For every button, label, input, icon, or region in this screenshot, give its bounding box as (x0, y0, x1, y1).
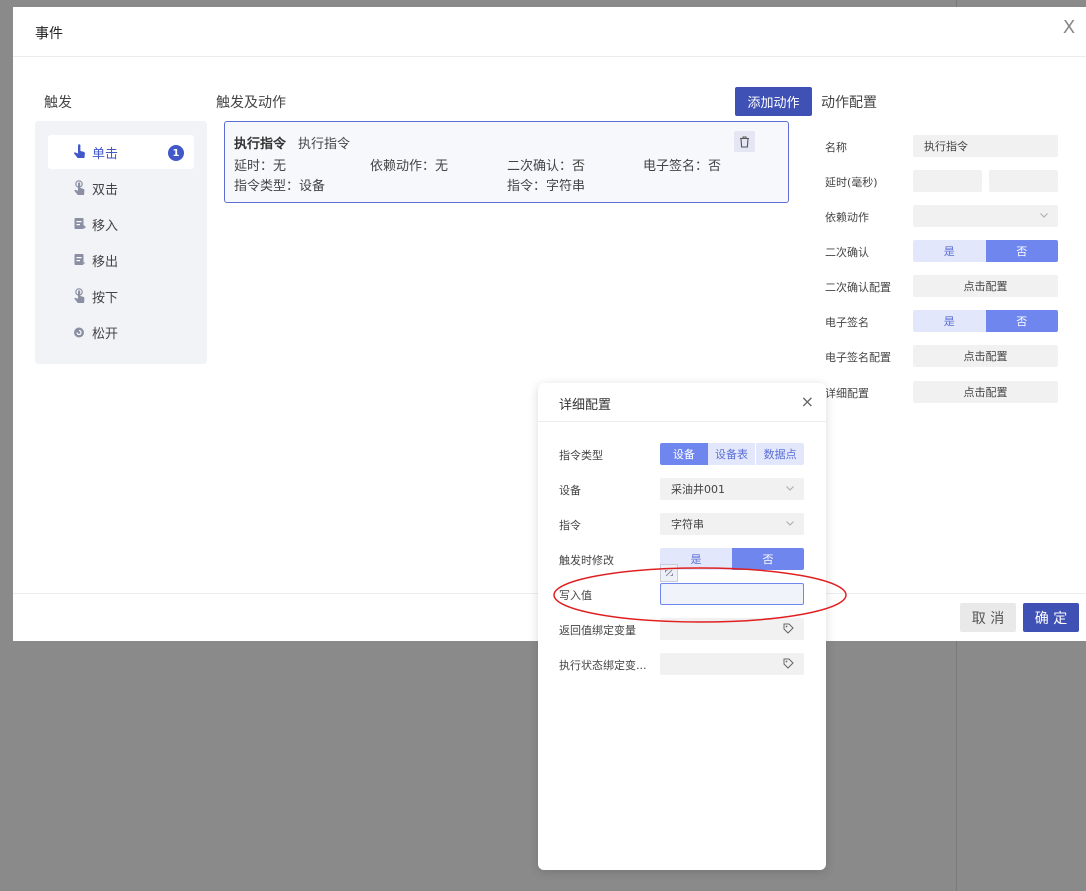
confirm-button[interactable]: 确 定 (1023, 603, 1079, 632)
trigger-item-mouse-enter[interactable]: 移入 (48, 207, 194, 241)
popup-title: 详细配置 (559, 398, 612, 413)
trigger-item-press[interactable]: 按下 (48, 279, 194, 313)
return-binding-label: 返回值绑定变量 (559, 624, 636, 637)
delete-action-button[interactable] (734, 131, 755, 152)
write-value-input[interactable] (660, 583, 804, 605)
confirm-config-button[interactable]: 点击配置 (913, 275, 1058, 297)
action-confirm: 二次确认：否 (507, 159, 586, 174)
modify-on-trigger-toggle: 是 否 (660, 548, 804, 570)
trigger-item-label: 双击 (92, 182, 119, 198)
popup-divider (538, 421, 826, 422)
device-select-value: 采油井001 (671, 483, 725, 496)
config-delay-min-input[interactable] (913, 170, 982, 192)
trigger-item-release[interactable]: 松开 (48, 315, 194, 349)
config-depend-select[interactable] (913, 205, 1058, 227)
action-name: 执行指令 (298, 137, 351, 152)
config-section-title: 动作配置 (821, 95, 877, 111)
action-cmd-type: 指令类型：设备 (234, 179, 326, 194)
status-binding-input[interactable] (660, 653, 804, 675)
trigger-item-label: 单击 (92, 146, 119, 162)
config-confirm-toggle: 是 否 (913, 240, 1058, 262)
chevron-down-icon (786, 521, 794, 526)
release-circle-icon (74, 327, 84, 338)
config-name-label: 名称 (825, 141, 847, 154)
dialog-header: 事件 X (13, 7, 1086, 57)
document-out-icon (74, 254, 85, 265)
config-esign-config-label: 电子签名配置 (825, 351, 891, 364)
config-confirm-label: 二次确认 (825, 246, 869, 259)
config-depend-label: 依赖动作 (825, 211, 869, 224)
trigger-item-click[interactable]: 单击 1 (48, 135, 194, 169)
hand-pointer-icon (74, 144, 85, 158)
action-type-title: 执行指令 (234, 137, 287, 152)
write-value-label: 写入值 (559, 589, 592, 602)
cmd-label: 指令 (559, 519, 581, 532)
cancel-button[interactable]: 取 消 (960, 603, 1016, 632)
config-esign-toggle: 是 否 (913, 310, 1058, 332)
confirm-no-option[interactable]: 否 (985, 240, 1058, 262)
esign-yes-option[interactable]: 是 (913, 310, 986, 332)
action-esign: 电子签名：否 (643, 159, 722, 174)
esign-config-button[interactable]: 点击配置 (913, 345, 1058, 367)
modify-on-trigger-label: 触发时修改 (559, 554, 614, 567)
trigger-item-double-click[interactable]: 双击 (48, 171, 194, 205)
dialog-title: 事件 (35, 26, 63, 42)
cmd-type-device-table-option[interactable]: 设备表 (707, 443, 757, 465)
trigger-item-label: 松开 (92, 326, 119, 342)
tag-icon[interactable] (783, 623, 794, 634)
trash-icon (740, 135, 749, 148)
add-action-button[interactable]: 添加动作 (735, 87, 812, 116)
config-detail-label: 详细配置 (825, 387, 869, 400)
chevron-down-icon (1040, 213, 1048, 218)
trigger-section-title: 触发 (44, 95, 72, 111)
cmd-type-device-option[interactable]: 设备 (660, 443, 708, 465)
cmd-type-label: 指令类型 (559, 449, 603, 462)
cmd-select[interactable]: 字符串 (660, 513, 804, 535)
modify-no-option[interactable]: 否 (732, 548, 804, 570)
actions-section-title: 触发及动作 (216, 95, 286, 111)
config-confirm-config-label: 二次确认配置 (825, 281, 891, 294)
cmd-type-toggle: 设备 设备表 数据点 (660, 443, 804, 465)
confirm-yes-option[interactable]: 是 (913, 240, 986, 262)
config-delay-max-input[interactable] (989, 170, 1058, 192)
config-delay-label: 延时(毫秒) (825, 176, 878, 189)
trigger-item-mouse-leave[interactable]: 移出 (48, 243, 194, 277)
chevron-down-icon (786, 486, 794, 491)
return-binding-input[interactable] (660, 618, 804, 640)
trigger-item-label: 移入 (92, 218, 119, 234)
close-icon[interactable]: X (1060, 19, 1078, 37)
press-hand-icon (74, 288, 85, 303)
device-label: 设备 (559, 484, 581, 497)
action-delay: 延时：无 (234, 159, 287, 174)
cmd-select-value: 字符串 (671, 518, 704, 531)
config-name-input[interactable]: 执行指令 (913, 135, 1058, 157)
tag-icon[interactable] (783, 658, 794, 669)
action-card[interactable]: 执行指令 执行指令 延时：无 依赖动作：无 二次确认：否 电子签名：否 指令类型… (224, 121, 789, 203)
status-binding-label: 执行状态绑定变... (559, 659, 647, 672)
trigger-count-badge: 1 (168, 145, 184, 161)
link-icon (660, 564, 678, 582)
double-tap-icon (74, 180, 85, 195)
action-cmd: 指令：字符串 (507, 179, 586, 194)
config-esign-label: 电子签名 (825, 316, 869, 329)
detail-config-popup: 详细配置 × 指令类型 设备 设备表 数据点 设备 采油井001 指令 字符串 … (538, 383, 826, 870)
trigger-item-label: 按下 (92, 290, 119, 306)
trigger-item-label: 移出 (92, 254, 119, 270)
document-in-icon (74, 218, 86, 229)
close-icon[interactable]: × (801, 394, 814, 410)
trigger-list: 单击 1 双击 移入 移出 按下 松开 (35, 121, 207, 364)
detail-config-button[interactable]: 点击配置 (913, 381, 1058, 403)
device-select[interactable]: 采油井001 (660, 478, 804, 500)
esign-no-option[interactable]: 否 (985, 310, 1058, 332)
action-depend: 依赖动作：无 (370, 159, 449, 174)
cmd-type-datapoint-option[interactable]: 数据点 (756, 443, 804, 465)
